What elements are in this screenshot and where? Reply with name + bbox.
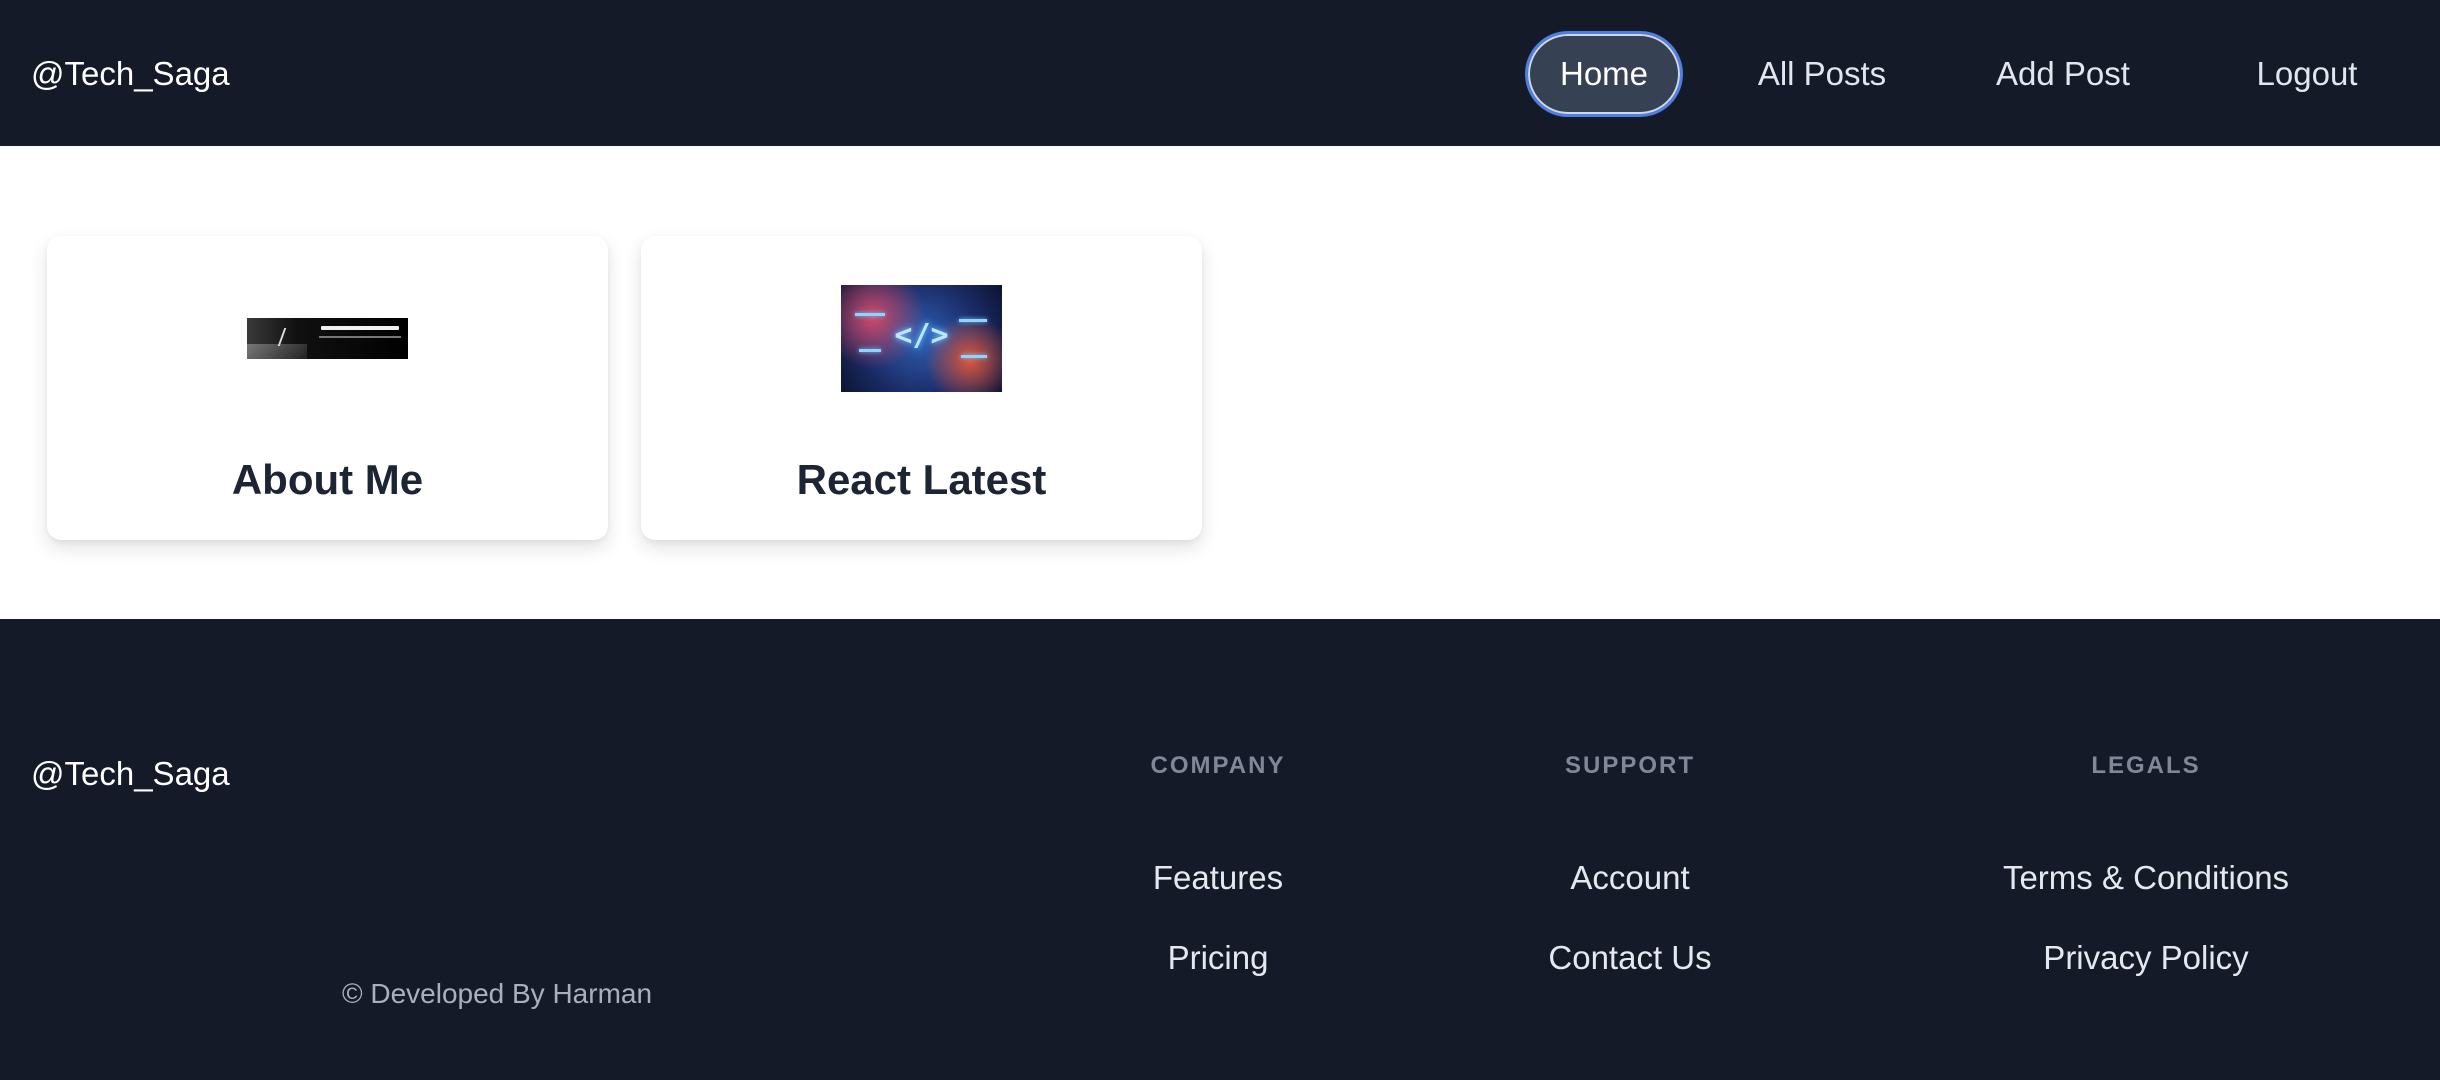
footer-heading-legals: LEGALS bbox=[2091, 752, 2201, 779]
footer-heading-support: SUPPORT bbox=[1564, 752, 1696, 779]
footer-link-privacy[interactable]: Privacy Policy bbox=[2043, 939, 2248, 977]
site-footer: @Tech_Saga © Developed By Harman COMPANY… bbox=[0, 619, 2440, 1080]
top-navbar: @Tech_Saga Home All Posts Add Post Logou… bbox=[0, 0, 2440, 146]
post-thumbnail-image bbox=[247, 318, 408, 359]
thumbnail-stripe bbox=[247, 344, 307, 359]
code-symbol-icon: </> bbox=[894, 317, 949, 353]
footer-link-contact-us[interactable]: Contact Us bbox=[1548, 939, 1711, 977]
nav-all-posts-button[interactable]: All Posts bbox=[1758, 55, 1886, 93]
post-title: About Me bbox=[231, 456, 424, 503]
footer-link-pricing[interactable]: Pricing bbox=[1168, 939, 1269, 977]
nav-home-button[interactable]: Home bbox=[1525, 31, 1683, 117]
thumbnail-subline-bar bbox=[319, 336, 401, 338]
post-card[interactable]: About Me bbox=[47, 236, 608, 540]
thumbnail-glow-line bbox=[859, 349, 881, 352]
footer-link-features[interactable]: Features bbox=[1153, 859, 1283, 897]
thumbnail-glow-line bbox=[855, 313, 885, 316]
site-logo-text[interactable]: @Tech_Saga bbox=[31, 55, 230, 93]
footer-link-terms[interactable]: Terms & Conditions bbox=[2003, 859, 2289, 897]
footer-heading-company: COMPANY bbox=[1150, 752, 1286, 779]
thumbnail-headline-bar bbox=[321, 326, 399, 330]
post-thumbnail-image: </> bbox=[841, 285, 1002, 392]
nav-home-label: Home bbox=[1559, 55, 1649, 92]
nav-add-post-button[interactable]: Add Post bbox=[1996, 55, 2130, 93]
thumbnail-glow-line bbox=[959, 319, 987, 322]
footer-link-account[interactable]: Account bbox=[1570, 859, 1689, 897]
footer-logo-text[interactable]: @Tech_Saga bbox=[31, 755, 230, 793]
copyright-text: © Developed By Harman bbox=[341, 978, 653, 1009]
post-card[interactable]: </> React Latest bbox=[641, 236, 1202, 540]
post-title: React Latest bbox=[796, 456, 1047, 503]
thumbnail-glow-line bbox=[961, 355, 987, 358]
logout-button[interactable]: Logout bbox=[2257, 55, 2358, 93]
